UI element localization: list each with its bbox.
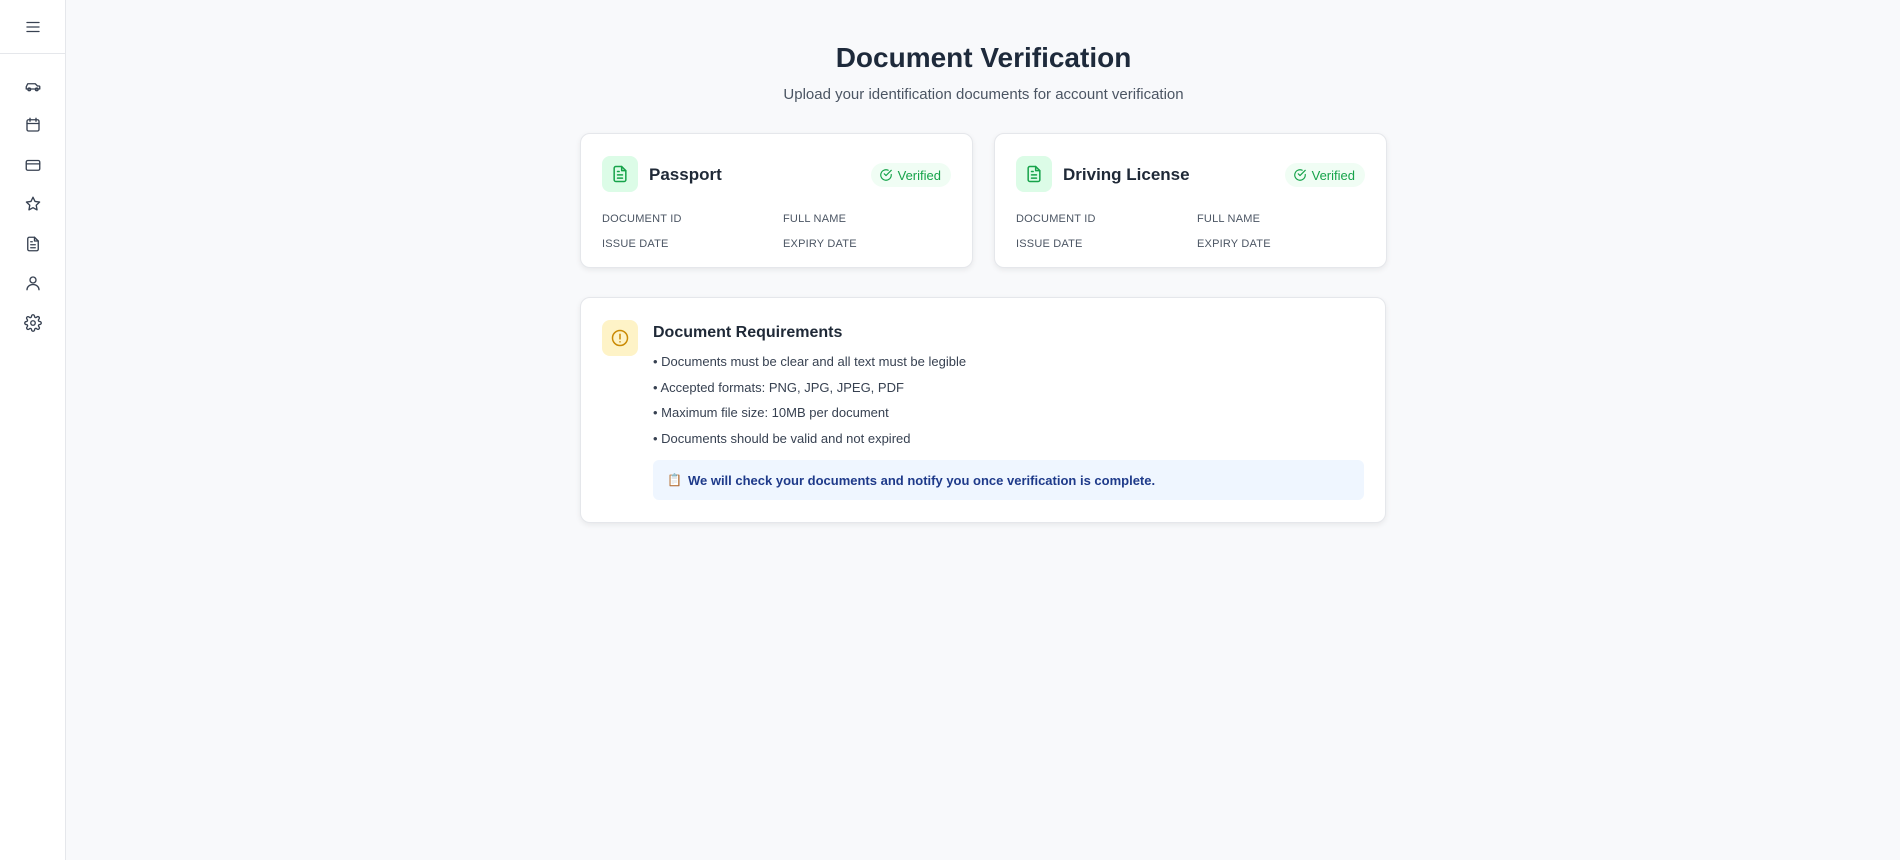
calendar-icon	[26, 117, 40, 132]
sidebar-item-documents[interactable]	[0, 226, 66, 262]
requirement-item: • Documents should be valid and not expi…	[653, 430, 911, 446]
check-circle-icon	[879, 169, 892, 181]
sidebar-item-payments[interactable]	[0, 147, 66, 183]
full-name-label: FULL NAME	[783, 213, 847, 225]
requirement-item: • Maximum file size: 10MB per document	[653, 405, 889, 420]
document-id-label: DOCUMENT ID	[602, 213, 682, 225]
sidebar-item-profile[interactable]	[0, 265, 66, 301]
document-icon-badge	[1016, 156, 1052, 192]
warning-icon-badge	[602, 320, 638, 356]
status-label: Verified	[897, 167, 941, 183]
status-label: Verified	[1311, 167, 1355, 183]
document-id-label: DOCUMENT ID	[1016, 213, 1096, 225]
document-title: Driving License	[1063, 165, 1190, 184]
driving-license-card[interactable]: Driving License Verified DOCUMENT ID FUL…	[994, 133, 1387, 268]
expiry-date-label: EXPIRY DATE	[1197, 238, 1271, 250]
requirement-item: • Documents must be clear and all text m…	[653, 354, 967, 369]
requirements-title: Document Requirements	[653, 324, 843, 341]
sidebar	[0, 0, 66, 860]
document-icon	[613, 165, 627, 183]
full-name-label: FULL NAME	[1197, 213, 1261, 225]
document-icon-badge	[602, 156, 638, 192]
page-subtitle: Upload your identification documents for…	[783, 86, 1184, 103]
expiry-date-label: EXPIRY DATE	[783, 238, 857, 250]
status-badge: Verified	[1284, 163, 1365, 187]
passport-card[interactable]: Passport Verified DOCUMENT ID FULL NAME …	[580, 133, 973, 268]
requirement-item: • Accepted formats: PNG, JPG, JPEG, PDF	[653, 379, 904, 395]
document-title: Passport	[649, 165, 722, 184]
clipboard-icon: 📋	[667, 473, 682, 487]
sidebar-item-reviews[interactable]	[0, 186, 66, 222]
credit-card-icon	[25, 159, 41, 171]
document-icon	[27, 236, 39, 252]
document-icon	[1027, 165, 1041, 183]
sidebar-item-bookings[interactable]	[0, 107, 66, 143]
alert-circle-icon	[611, 329, 629, 347]
user-icon	[26, 276, 40, 291]
menu-icon	[26, 21, 40, 32]
notice-text: We will check your documents and notify …	[687, 472, 1156, 488]
car-icon	[25, 83, 41, 92]
star-icon	[25, 196, 41, 211]
issue-date-label: ISSUE DATE	[1016, 238, 1083, 250]
verification-notice: 📋 We will check your documents and notif…	[653, 460, 1364, 500]
status-badge: Verified	[870, 163, 951, 187]
sidebar-item-vehicles[interactable]	[0, 68, 66, 104]
issue-date-label: ISSUE DATE	[602, 238, 669, 250]
check-circle-icon	[1293, 169, 1306, 181]
requirements-list: • Documents must be clear and all text m…	[653, 354, 966, 456]
page-title: Document Verification	[835, 42, 1132, 73]
sidebar-item-settings[interactable]	[0, 305, 66, 341]
requirements-card: Document Requirements • Documents must b…	[580, 297, 1386, 523]
gear-icon	[24, 314, 42, 332]
main-content: Document Verification Upload your identi…	[67, 0, 1900, 860]
menu-toggle-button[interactable]	[0, 0, 66, 54]
